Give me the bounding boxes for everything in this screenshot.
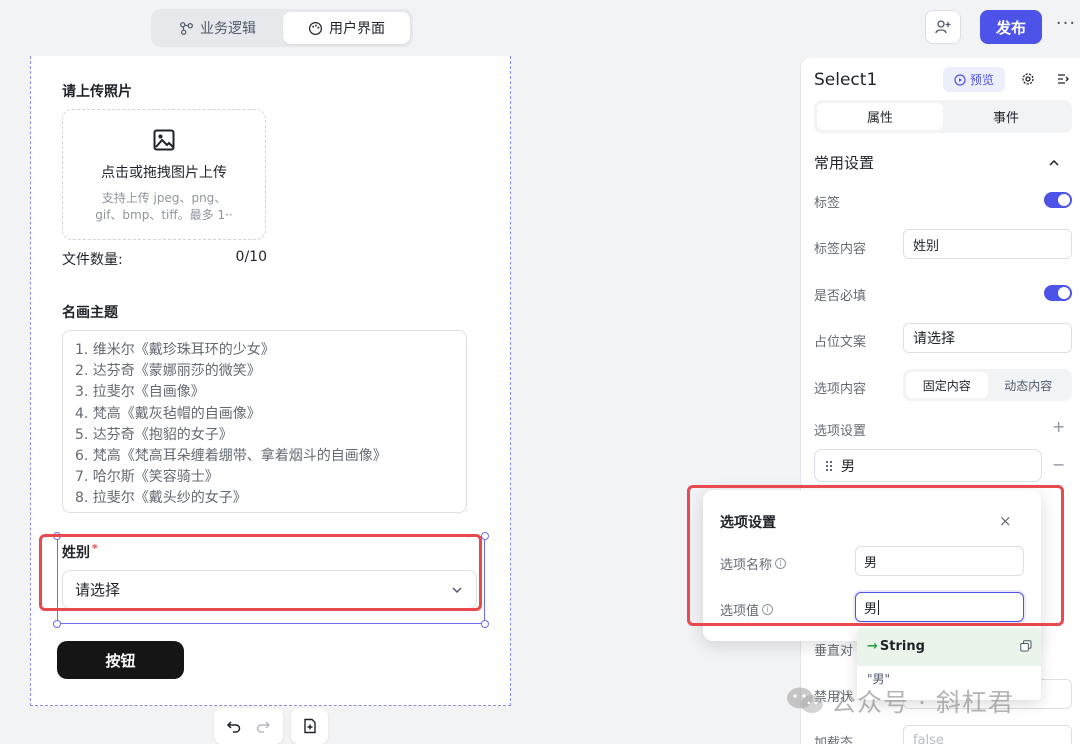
add-page-button[interactable] [291,708,328,744]
image-icon [153,129,175,151]
theme-line: 2. 达芬奇《蒙娜丽莎的微笑》 [75,363,261,380]
copy-icon[interactable] [1020,640,1032,652]
collapse-panel-icon[interactable] [1053,69,1073,89]
highlight-select [39,534,482,611]
tab-business-logic[interactable]: 业务逻辑 [154,12,281,44]
label-toggle[interactable] [1044,192,1072,208]
mode-switcher: 业务逻辑 用户界面 [151,9,413,47]
palette-icon [308,21,323,35]
option-item[interactable]: 男 [814,449,1042,482]
theme-line: 6. 梵高《梵高耳朵缠着绷带、拿着烟斗的自画像》 [75,448,387,465]
placeholder-label: 占位文案 [814,335,867,350]
loading-label: 加载态 [814,736,854,744]
label-content-label: 标签内容 [814,242,867,257]
tab-events[interactable]: 事件 [943,103,1069,130]
theme-line: 8. 拉斐尔《戴头纱的女子》 [75,490,247,507]
panel-tabs: 属性 事件 [814,100,1072,133]
play-icon [954,73,966,86]
resize-handle[interactable] [481,620,489,628]
upload-label: 请上传照片 [62,84,132,100]
undo-icon[interactable] [226,718,242,734]
tab-label: 业务逻辑 [200,21,256,37]
theme-line: 3. 拉斐尔《自画像》 [75,384,205,401]
resize-handle[interactable] [53,620,61,628]
image-upload-area[interactable]: 点击或拖拽图片上传 支持上传 jpeg、png、gif、bmp、tiff。最多 … [62,109,266,240]
history-controls [214,708,283,744]
file-count-label: 文件数量: [62,252,123,268]
more-icon[interactable]: ··· [1054,14,1078,38]
tab-user-interface[interactable]: 用户界面 [283,12,410,44]
primary-button[interactable]: 按钮 [57,641,184,679]
add-option-button[interactable]: + [1052,417,1065,436]
resize-handle[interactable] [481,532,489,540]
mode-dynamic[interactable]: 动态内容 [988,372,1070,398]
arrow-right-icon: → [867,639,878,654]
theme-line: 1. 维米尔《戴珍珠耳环的少女》 [75,342,275,358]
remove-option-button[interactable]: − [1052,455,1065,474]
flow-icon [180,21,193,35]
tab-label: 用户界面 [329,21,385,37]
option-label: 男 [841,458,855,475]
add-file-icon [303,718,316,734]
required-label: 是否必填 [814,289,867,304]
collaborators-button[interactable] [925,10,961,44]
section-title: 常用设置 [814,154,875,172]
label-content-input[interactable]: 姓别 [903,229,1072,259]
options-mode-switch: 固定内容 动态内容 [903,369,1072,401]
add-user-icon [935,20,951,34]
label-toggle-label: 标签 [814,196,841,211]
theme-line: 7. 哈尔斯《笑容骑士》 [75,469,219,486]
theme-line: 5. 达芬奇《抱貂的女子》 [75,426,233,443]
drag-handle-icon[interactable] [825,460,833,472]
chevron-up-icon[interactable] [1047,156,1061,170]
publish-button[interactable]: 发布 [980,10,1042,44]
suggestion-type: → String [867,639,925,654]
watermark-text: 公众号 · 斜杠君 [831,688,1014,717]
required-toggle[interactable] [1044,285,1072,301]
theme-line: 4. 梵高《戴灰毡帽的自画像》 [75,405,261,422]
redo-icon[interactable] [255,718,271,734]
upload-hint: 支持上传 jpeg、png、gif、bmp、tiff。最多 1·· [95,191,233,222]
component-name: Select1 [814,70,878,90]
options-settings-label: 选项设置 [814,424,867,439]
top-bar: 业务逻辑 用户界面 发布 ··· [0,0,1080,56]
loading-input[interactable]: false [903,725,1072,744]
wechat-icon [787,687,823,713]
file-count: 文件数量: 0/10 [62,249,267,269]
placeholder-input[interactable]: 请选择 [903,323,1072,353]
file-count-value: 0/10 [235,249,267,265]
theme-label: 名画主题 [62,305,118,321]
mode-fixed[interactable]: 固定内容 [906,372,988,398]
settings-icon[interactable] [1018,69,1038,89]
options-content-label: 选项内容 [814,382,867,397]
highlight-popover [687,485,1064,626]
tab-properties[interactable]: 属性 [817,103,943,130]
upload-title: 点击或拖拽图片上传 [101,165,227,181]
vertical-align-label: 垂直对齐 [814,644,854,659]
watermark: 公众号 · 斜杠君 [785,683,1014,719]
theme-textarea[interactable]: 1. 维米尔《戴珍珠耳环的少女》 2. 达芬奇《蒙娜丽莎的微笑》 3. 拉斐尔《… [62,330,467,513]
preview-label: 预览 [969,73,994,87]
preview-button[interactable]: 预览 [943,67,1005,92]
